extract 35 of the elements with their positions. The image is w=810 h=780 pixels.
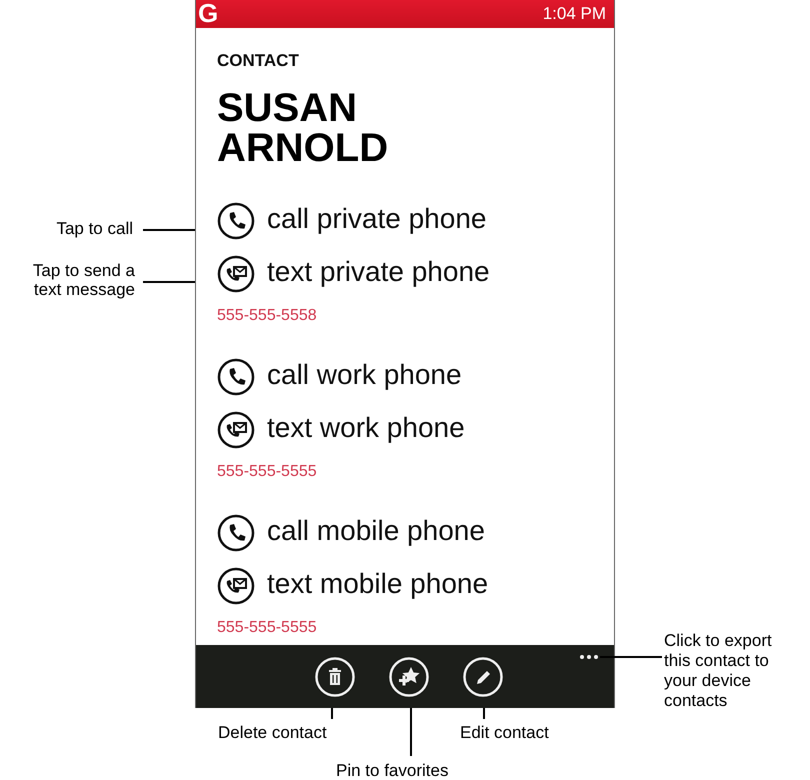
more-icon[interactable] <box>579 654 599 660</box>
call-action[interactable]: call work phone <box>217 358 614 396</box>
text-action[interactable]: text mobile phone <box>217 567 614 605</box>
message-icon <box>217 255 255 293</box>
message-icon <box>217 411 255 449</box>
leader-line <box>410 708 412 756</box>
leader-line <box>331 708 332 719</box>
logo: G <box>197 0 218 26</box>
page-header: CONTACT <box>217 50 300 72</box>
callout-label: Pin to favorites <box>336 760 448 780</box>
callout-label: Tap to call <box>56 218 133 240</box>
leader-line <box>143 281 195 282</box>
call-action[interactable]: call private phone <box>217 202 614 240</box>
call-action[interactable]: call mobile phone <box>217 514 614 552</box>
status-time: 1:04 PM <box>542 3 606 26</box>
phone-number: 555-555-5555 <box>217 618 318 638</box>
leader-line <box>483 708 484 719</box>
leader-line <box>600 656 662 658</box>
phone-icon <box>217 202 255 240</box>
callout-label: Tap to send a text message <box>32 261 135 299</box>
callout-label: Click to export this contact to your device contacts <box>664 631 773 711</box>
phone-number: 555-555-5555 <box>217 462 318 482</box>
text-action[interactable]: text work phone <box>217 411 614 449</box>
callout-label: Delete contact <box>218 722 327 744</box>
text-action[interactable]: text private phone <box>217 255 614 293</box>
pin-favorite-button[interactable] <box>389 656 429 696</box>
message-icon <box>217 567 255 605</box>
phone-icon <box>217 514 255 552</box>
delete-button[interactable] <box>315 656 355 696</box>
phone-number: 555-555-5558 <box>217 306 318 326</box>
leader-line <box>143 229 195 230</box>
phone-icon <box>217 358 255 396</box>
edit-button[interactable] <box>463 656 503 696</box>
contact-name: SUSAN ARNOLD <box>217 88 390 168</box>
callout-label: Edit contact <box>460 722 549 744</box>
